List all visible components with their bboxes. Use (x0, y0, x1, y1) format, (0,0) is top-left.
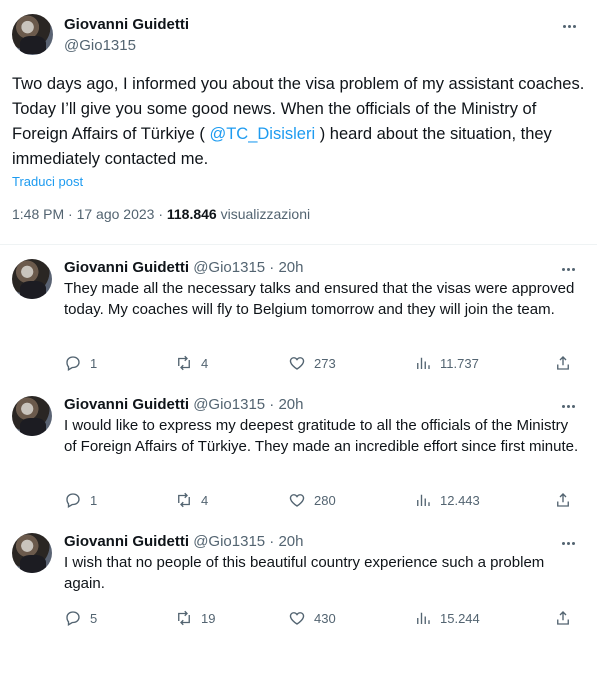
share-icon (557, 493, 569, 507)
reply-header: Giovanni Guidetti @Gio1315 · 20h (64, 533, 303, 550)
repost-button[interactable]: 19 (175, 608, 215, 628)
like-icon (289, 494, 305, 507)
reply-icon (66, 611, 80, 626)
more-horizontal-icon[interactable] (558, 396, 578, 416)
like-count: 273 (314, 355, 336, 371)
tweet-text: Two days ago, I informed you about the v… (12, 72, 587, 172)
views-count: 118.846 (166, 206, 217, 222)
action-bar: 5 19 430 15.244 (64, 608, 584, 628)
reply-text: I would like to express my deepest grati… (64, 417, 579, 455)
like-button[interactable]: 273 (288, 353, 336, 373)
reply-header: Giovanni Guidetti @Gio1315 · 20h (64, 259, 303, 276)
views-count: 12.443 (440, 492, 480, 508)
like-icon (289, 357, 305, 370)
author-name[interactable]: Giovanni Guidetti (64, 259, 189, 276)
more-horizontal-icon[interactable] (559, 16, 579, 36)
share-icon (557, 611, 569, 625)
views-count: 15.244 (440, 610, 480, 626)
like-count: 430 (314, 610, 336, 626)
reply-button[interactable]: 1 (64, 353, 97, 373)
author-name[interactable]: Giovanni Guidetti (64, 16, 189, 33)
repost-icon (178, 610, 190, 626)
reply-icon (66, 356, 80, 371)
views-icon (417, 612, 430, 624)
repost-icon (178, 492, 190, 508)
reply-count: 5 (90, 610, 98, 626)
author-handle[interactable]: @Gio1315 · 20h (193, 533, 303, 550)
action-bar: 1 4 280 12.443 (64, 490, 584, 510)
author-name[interactable]: Giovanni Guidetti (64, 533, 189, 550)
more-horizontal-icon[interactable] (558, 259, 578, 279)
like-button[interactable]: 280 (288, 490, 336, 510)
like-count: 280 (314, 492, 336, 508)
tweet-meta: 1:48 PM · 17 ago 2023 · 118.846 visualiz… (12, 206, 310, 222)
reply-header: Giovanni Guidetti @Gio1315 · 20h (64, 396, 303, 413)
views-button[interactable]: 12.443 (414, 490, 480, 510)
reply-text: They made all the necessary talks and en… (64, 280, 575, 318)
avatar[interactable] (12, 533, 52, 573)
reply-count: 1 (90, 492, 98, 508)
avatar[interactable] (12, 259, 52, 299)
views-button[interactable]: 15.244 (414, 608, 480, 628)
author-handle[interactable]: @Gio1315 · 20h (193, 396, 303, 413)
avatar[interactable] (12, 396, 52, 436)
repost-button[interactable]: 4 (175, 490, 208, 510)
views-label: visualizzazioni (216, 206, 311, 222)
views-count: 11.737 (440, 355, 479, 371)
main-tweet: Giovanni Guidetti @Gio1315 Two days ago,… (0, 0, 597, 244)
share-button[interactable] (554, 608, 572, 628)
repost-button[interactable]: 4 (175, 353, 208, 373)
share-icon (557, 356, 569, 370)
reply-icon (66, 493, 80, 508)
mention-link[interactable]: @TC_Disisleri (209, 125, 315, 143)
like-button[interactable]: 430 (288, 608, 336, 628)
reply-button[interactable]: 1 (64, 490, 97, 510)
repost-count: 4 (201, 355, 209, 371)
author-name[interactable]: Giovanni Guidetti (64, 396, 189, 413)
translate-post-link[interactable]: Traduci post (12, 174, 83, 189)
views-button[interactable]: 11.737 (414, 353, 479, 373)
share-button[interactable] (554, 490, 572, 510)
like-icon (289, 612, 305, 625)
action-bar: 1 4 273 11.737 (64, 353, 584, 373)
views-icon (417, 494, 430, 506)
avatar[interactable] (12, 14, 53, 55)
tweet-timestamp[interactable]: 1:48 PM · 17 ago 2023 · (12, 206, 167, 222)
views-icon (417, 357, 430, 369)
reply-button[interactable]: 5 (64, 608, 97, 628)
author-handle[interactable]: @Gio1315 · 20h (193, 259, 303, 276)
author-handle[interactable]: @Gio1315 (64, 37, 136, 54)
divider (0, 244, 597, 245)
repost-count: 19 (201, 610, 216, 626)
reply-text: I wish that no people of this beautiful … (64, 554, 545, 592)
repost-icon (178, 355, 190, 371)
repost-count: 4 (201, 492, 209, 508)
reply-count: 1 (90, 355, 98, 371)
more-horizontal-icon[interactable] (558, 533, 578, 553)
share-button[interactable] (554, 353, 572, 373)
